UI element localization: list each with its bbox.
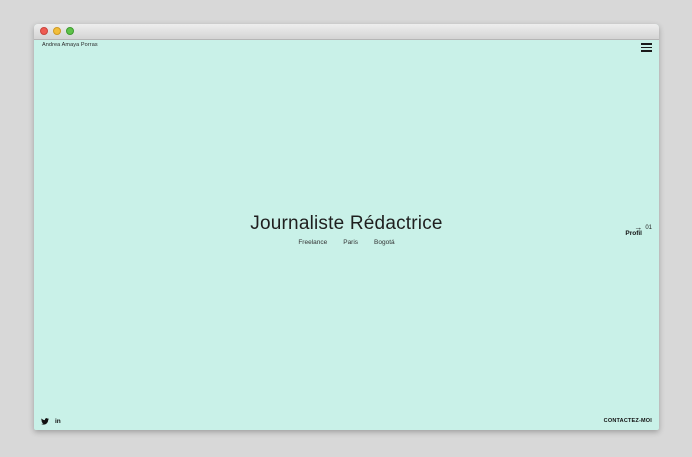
site-brand[interactable]: Andrea Amaya Porras <box>42 42 98 48</box>
twitter-icon[interactable] <box>41 418 49 425</box>
section-number: 01 <box>645 225 652 231</box>
tag-paris: Paris <box>343 239 359 246</box>
site-page: Andrea Amaya Porras Journaliste Rédactri… <box>34 40 659 430</box>
minimize-window-button[interactable] <box>53 27 61 35</box>
contact-button[interactable]: CONTACTEZ-MOI <box>604 418 652 424</box>
hero-tags: Freelance Paris Bogotá <box>34 239 659 246</box>
close-window-button[interactable] <box>40 27 48 35</box>
linkedin-icon[interactable]: in <box>55 418 61 425</box>
browser-window: Andrea Amaya Porras Journaliste Rédactri… <box>34 24 659 430</box>
section-label: Profil <box>625 230 642 237</box>
menu-button[interactable] <box>641 43 652 52</box>
hero-title: Journaliste Rédactrice <box>250 213 443 234</box>
maximize-window-button[interactable] <box>66 27 74 35</box>
window-titlebar <box>34 24 659 40</box>
hero-section: Journaliste Rédactrice Freelance Paris B… <box>34 213 659 246</box>
tag-freelance: Freelance <box>298 239 328 246</box>
tag-bogota: Bogotá <box>374 239 395 246</box>
social-links: in <box>41 418 61 425</box>
next-section-link[interactable]: → 01 Profil <box>625 224 652 238</box>
hamburger-menu-icon <box>641 43 652 45</box>
